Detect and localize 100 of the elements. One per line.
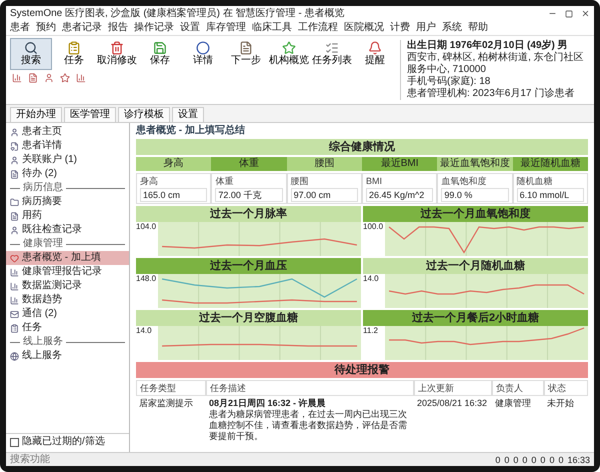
- toolbar-button[interactable]: 提醒: [354, 38, 396, 70]
- bell-icon: [368, 41, 382, 55]
- person-icon: [10, 226, 19, 234]
- sidebar-item[interactable]: 用药: [6, 209, 129, 223]
- sidebar-item[interactable]: 患者概览 - 加上填: [6, 251, 129, 265]
- sidebar-item[interactable]: 线上服务: [6, 349, 129, 363]
- circle-icon: [196, 41, 210, 55]
- table-cell-text: 居家监测提示: [138, 397, 194, 410]
- menu-item[interactable]: 患者: [10, 22, 30, 34]
- status-text: 搜索功能: [10, 454, 51, 466]
- sidebar-item[interactable]: 数据趋势: [6, 293, 129, 307]
- sidebar-section-title: 线上服务: [23, 336, 63, 348]
- patient-info-line: 手机号码(家庭): 18: [407, 76, 492, 88]
- clipboard-icon: [67, 41, 81, 55]
- maximize-icon[interactable]: [565, 10, 573, 18]
- measurement-label: 血氧饱和度: [441, 175, 488, 187]
- measurement-value: 99.0 %: [441, 188, 509, 202]
- status-count: 0: [549, 454, 554, 466]
- chart-title: 过去一个月血氧饱和度: [363, 206, 588, 222]
- close-icon[interactable]: [581, 9, 590, 18]
- measurement-value: 165.0 cm: [140, 188, 208, 202]
- toolbar-button[interactable]: 保存: [139, 38, 181, 70]
- tab[interactable]: 诊疗模板: [118, 107, 170, 122]
- chart-title: 过去一个月空腹血糖: [136, 310, 361, 326]
- status-count: 0: [522, 454, 528, 466]
- menu-item[interactable]: 帮助: [468, 22, 488, 34]
- axis-label: 100.0: [363, 222, 384, 231]
- measurement-label: 随机血糖: [516, 175, 554, 187]
- heart-icon: [10, 254, 19, 262]
- column-header: 任务描述: [206, 380, 414, 396]
- tab[interactable]: 设置: [172, 107, 204, 122]
- toolbar-button[interactable]: 机构概览: [268, 38, 310, 70]
- person-icon: [10, 156, 19, 164]
- star-icon[interactable]: [60, 73, 70, 83]
- document-heart-icon: [10, 142, 19, 150]
- table-cell-text: 未开始: [546, 397, 575, 410]
- clipboard-icon: [10, 324, 19, 332]
- bar-chart-icon[interactable]: [76, 73, 86, 83]
- document-icon[interactable]: [28, 73, 38, 83]
- toolbar-button[interactable]: 任务列表: [311, 38, 353, 70]
- measurement-label: 身高: [140, 175, 159, 187]
- sidebar-item[interactable]: 患者主页: [6, 125, 129, 139]
- menu-item[interactable]: 患者记录: [62, 22, 102, 34]
- tab[interactable]: 开始办理: [10, 107, 62, 122]
- measurement-label: 体重: [215, 175, 234, 187]
- column-header: 最近BMI: [362, 157, 438, 171]
- section-header: 综合健康情况: [136, 139, 588, 155]
- menu-item[interactable]: 库存管理: [206, 22, 246, 34]
- column-header: 任务类型: [136, 380, 206, 396]
- person-icon[interactable]: [44, 73, 54, 83]
- bar-chart-icon[interactable]: [12, 73, 22, 83]
- chart-title: 过去一个月血压: [136, 258, 361, 274]
- bar-chart-icon: [10, 268, 19, 276]
- menu-item[interactable]: 临床工具: [252, 22, 292, 34]
- toolbar-button[interactable]: 任务: [53, 38, 95, 70]
- chart-title: 过去一个月随机血糖: [363, 258, 588, 274]
- status-count: 0: [513, 454, 518, 466]
- bar-chart-icon: [10, 296, 19, 304]
- sidebar-item[interactable]: 患者详情: [6, 139, 129, 153]
- alert-description: 患者为糖尿病管理患者，在过去一周内已出现三次血糖控制不佳，请查看患者数据趋势，评估是否需要提前干预。: [209, 409, 408, 442]
- sidebar-item[interactable]: 病历摘要: [6, 195, 129, 209]
- table-cell-text: 2025/08/21 16:32: [416, 397, 488, 410]
- chart-title: 过去一个月餐后2小时血糖: [363, 310, 588, 326]
- filter-checkbox[interactable]: 隐藏已过期的/筛选: [6, 433, 129, 450]
- tab[interactable]: 医学管理: [64, 107, 116, 122]
- star-icon: [282, 41, 296, 55]
- folder-icon: [10, 198, 19, 206]
- sidebar-item[interactable]: 关联账户 (1): [6, 153, 129, 167]
- measurement-label: 腰围: [290, 175, 310, 187]
- document-icon: [10, 212, 19, 220]
- menu-item[interactable]: 预约: [36, 22, 56, 34]
- menu-item[interactable]: 系统: [442, 22, 462, 34]
- globe-icon: [10, 352, 19, 360]
- sidebar-item[interactable]: 待办 (2): [6, 167, 129, 181]
- menu-item[interactable]: 计费: [390, 22, 410, 34]
- menu-item[interactable]: 设置: [180, 22, 200, 34]
- status-count: 0: [531, 454, 536, 466]
- sidebar-item[interactable]: 既往检查记录: [6, 223, 129, 237]
- menu-item[interactable]: 用户: [416, 22, 436, 34]
- search-icon: [24, 41, 38, 55]
- trash-icon: [110, 41, 124, 55]
- measurement-value: 6.10 mmol/L: [516, 188, 584, 202]
- toolbar-button[interactable]: 取消修改: [96, 38, 138, 70]
- toolbar-button[interactable]: 下一步: [225, 38, 267, 70]
- menu-item[interactable]: 工作流程: [298, 22, 338, 34]
- menu-item[interactable]: 医院概况: [344, 22, 384, 34]
- status-count: 0: [558, 454, 564, 466]
- column-header: 身高: [136, 157, 212, 171]
- sidebar-item[interactable]: 数据监测记录: [6, 279, 129, 293]
- column-header: 状态: [544, 380, 588, 396]
- toolbar-button[interactable]: 搜索: [10, 38, 52, 70]
- toolbar-button[interactable]: 详情: [182, 38, 224, 70]
- menu-item[interactable]: 操作记录: [134, 22, 174, 34]
- menu-item[interactable]: 报告: [108, 22, 128, 34]
- sidebar-item[interactable]: 健康管理报告记录: [6, 265, 129, 279]
- sidebar-item[interactable]: 通信 (2): [6, 307, 129, 321]
- window-title: SystemOne 医疗图表, 沙盒版 (健康档案管理员) 在 智慧医疗管理 - 患者概览: [10, 8, 346, 20]
- sidebar-item[interactable]: 任务: [6, 321, 129, 335]
- axis-label: 14.0: [363, 274, 380, 283]
- column-header: 上次更新: [414, 380, 492, 396]
